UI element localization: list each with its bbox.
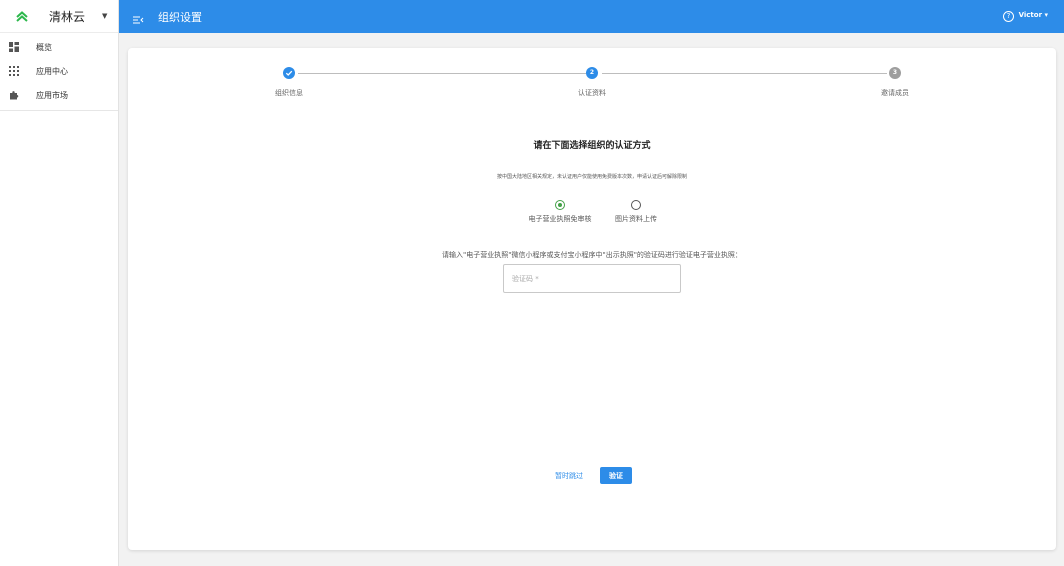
step-done-check-icon [283,67,295,79]
step-label: 组织信息 [275,89,303,97]
brand-name: 清林云 [49,9,86,24]
brand-switcher[interactable]: 清林云 ▼ [0,0,118,33]
sidebar-item-app-market[interactable]: 应用市场 [0,83,118,107]
help-icon[interactable]: ? [1003,11,1014,22]
radio-option-image-upload[interactable]: 图片资料上传 [596,200,676,224]
sidebar-item-label: 应用中心 [36,66,68,76]
user-menu[interactable]: Victor ▾ [1019,11,1048,19]
sidebar-item-label: 应用市场 [36,90,68,100]
sidebar-item-label: 概览 [36,42,52,52]
form-notice: 按中国大陆地区相关规定，未认证用户仅能使用免费版本次数，申请认证后可解除限制 [496,174,687,180]
verification-code-input[interactable] [503,264,681,293]
stepper-connector [298,73,586,74]
menu-collapse-icon[interactable] [132,11,144,23]
page-title: 组织设置 [158,10,202,24]
step-number: 2 [586,67,598,79]
step-label: 邀请成员 [881,89,909,97]
apps-grid-icon [9,66,19,76]
form-heading: 请在下面选择组织的认证方式 [533,141,651,151]
chevron-up-logo-icon [15,9,29,23]
sidebar-item-app-center[interactable]: 应用中心 [0,59,118,83]
verify-button[interactable]: 验证 [600,467,632,484]
form-instruction: 请输入"电子营业执照"微信小程序或支付宝小程序中"出示执照"的验证码进行验证电子… [442,251,742,259]
main-card: 2 3 组织信息 认证资料 邀请成员 请在下面选择组织的认证方式 按中国大陆地区… [128,48,1056,550]
step-label: 认证资料 [578,89,606,97]
sidebar-item-overview[interactable]: 概览 [0,35,118,59]
radio-unchecked-icon[interactable] [631,200,641,210]
stepper-connector [602,73,887,74]
sidebar: 清林云 ▼ 概览 应用中心 应用市场 [0,0,119,566]
radio-checked-icon[interactable] [555,200,565,210]
top-bar: 组织设置 ? Victor ▾ [119,0,1064,33]
radio-label: 电子营业执照免审核 [528,215,592,223]
skip-button[interactable]: 暂时跳过 [555,471,583,481]
puzzle-icon [9,90,19,100]
radio-option-e-license[interactable]: 电子营业执照免审核 [520,200,600,224]
sidebar-nav: 概览 应用中心 应用市场 [0,33,118,111]
dashboard-icon [9,42,19,52]
step-number: 3 [889,67,901,79]
caret-down-icon[interactable]: ▼ [102,12,107,20]
radio-label: 图片资料上传 [615,215,657,223]
